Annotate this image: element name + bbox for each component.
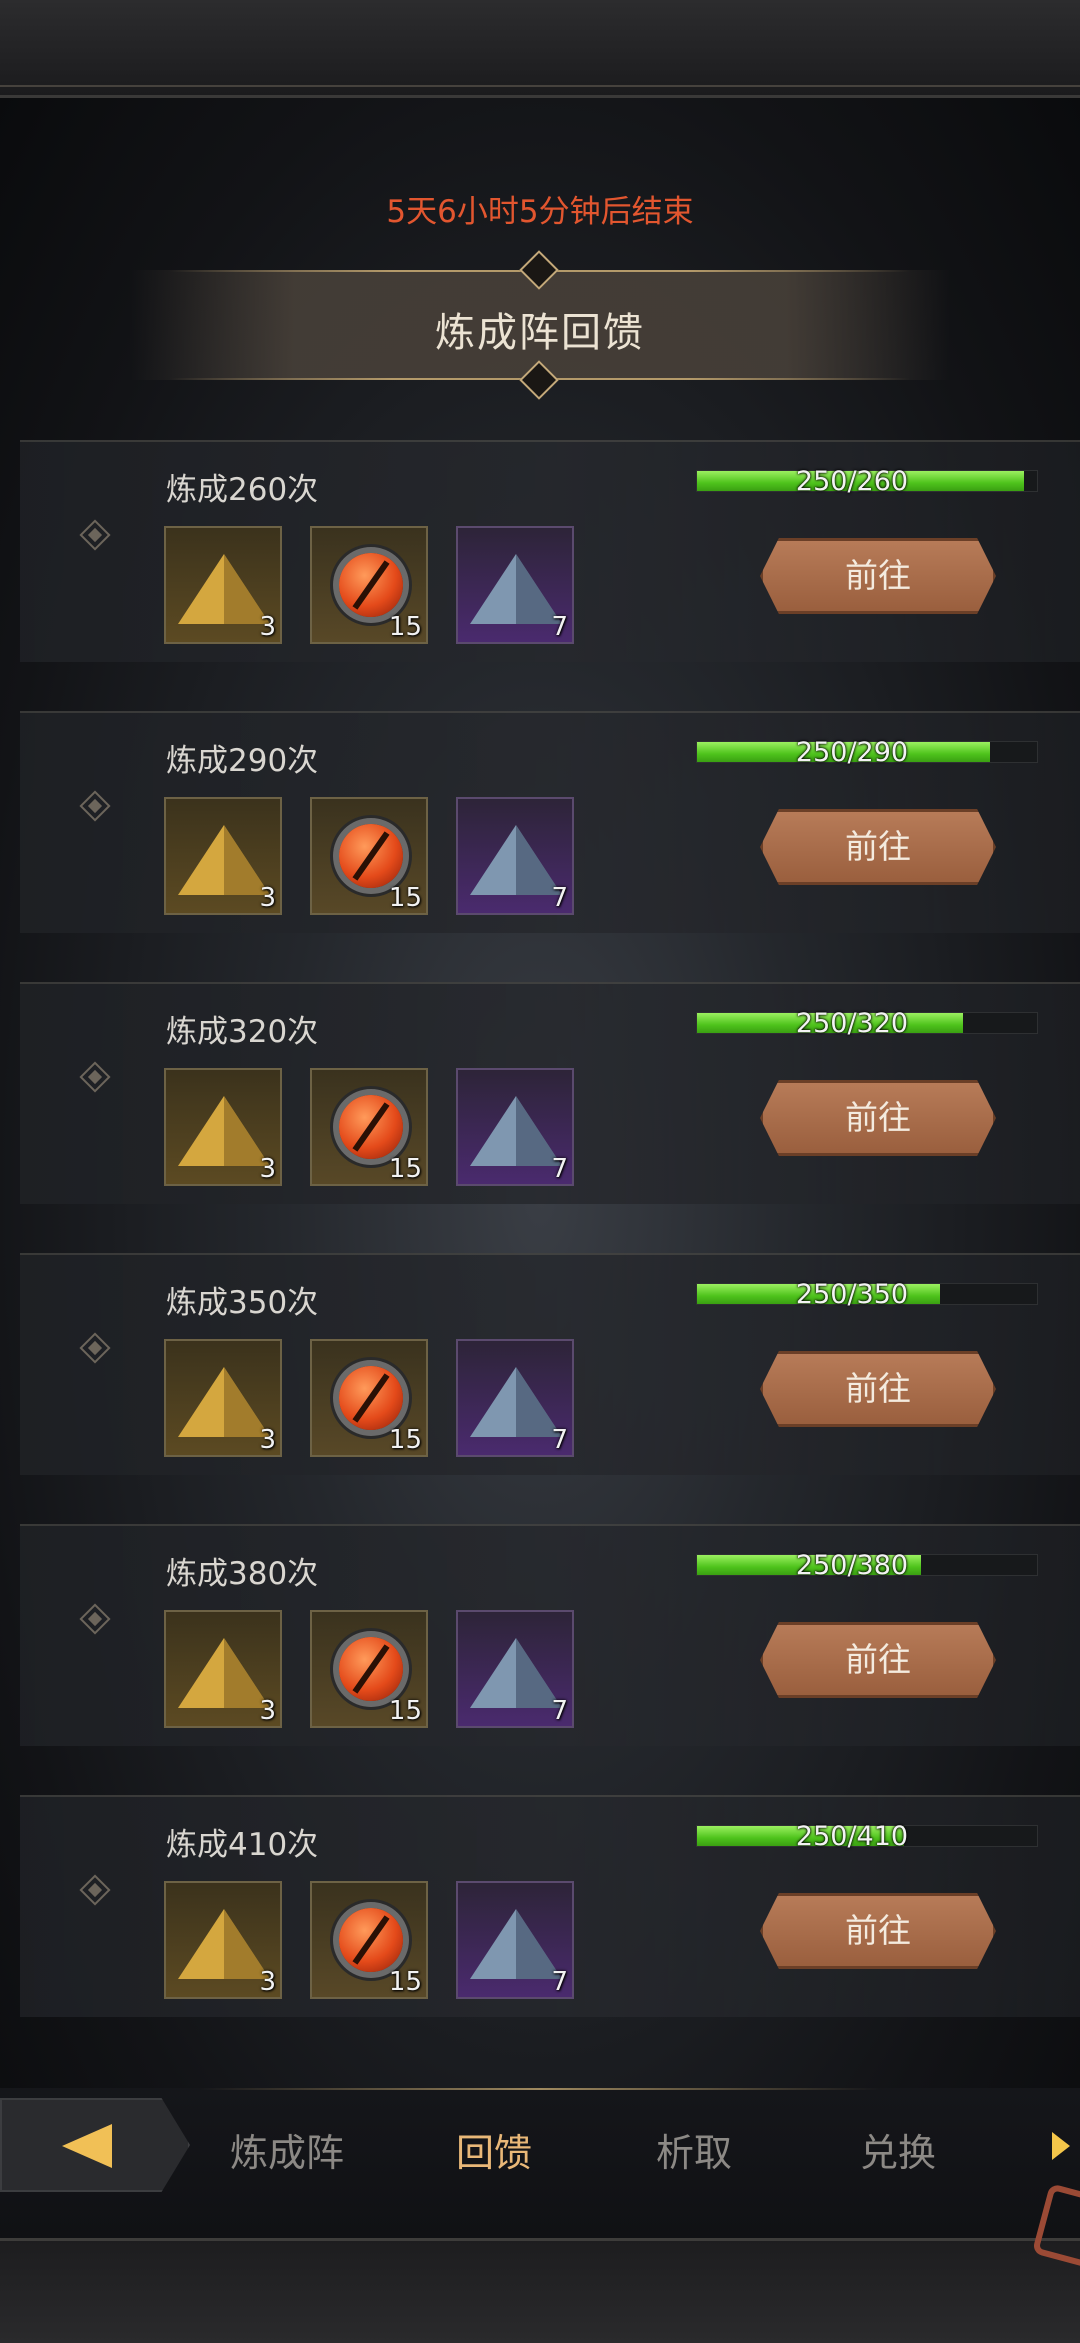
reward-count: 7	[551, 612, 568, 642]
reward-item[interactable]: 7	[456, 1881, 574, 1999]
reward-item[interactable]: 7	[456, 797, 574, 915]
red-orb-icon	[339, 1095, 403, 1159]
reward-row: 炼成410次 3 15 7 250/410 前往	[20, 1795, 1080, 2017]
milestone-label: 炼成380次	[166, 1556, 319, 1592]
progress-text: 250/320	[795, 1008, 909, 1039]
go-button[interactable]: 前往	[760, 809, 996, 885]
row-bullet-icon	[79, 1603, 111, 1635]
reward-item[interactable]: 3	[164, 797, 282, 915]
reward-item[interactable]: 3	[164, 1068, 282, 1186]
tab-extract[interactable]: 析取	[656, 2122, 732, 2177]
reward-item[interactable]: 15	[310, 1881, 428, 1999]
reward-count: 15	[388, 1154, 422, 1184]
progress-bar: 250/410	[696, 1821, 1038, 1852]
reward-row: 炼成350次 3 15 7 250/350 前往	[20, 1253, 1080, 1475]
go-button[interactable]: 前往	[760, 538, 996, 614]
reward-row: 炼成320次 3 15 7 250/320 前往	[20, 982, 1080, 1204]
row-bullet-icon	[79, 790, 111, 822]
reward-count: 7	[551, 1154, 568, 1184]
reward-item[interactable]: 15	[310, 526, 428, 644]
red-orb-icon	[339, 1637, 403, 1701]
reward-item[interactable]: 15	[310, 1610, 428, 1728]
red-orb-icon	[339, 553, 403, 617]
milestone-label: 炼成350次	[166, 1285, 319, 1321]
progress-text: 250/350	[795, 1279, 909, 1310]
reward-count: 15	[388, 1967, 422, 1997]
section-banner: 炼成阵回馈	[130, 250, 950, 400]
reward-item[interactable]: 7	[456, 1610, 574, 1728]
event-timer: 5天6小时5分钟后结束	[386, 194, 694, 230]
reward-count: 7	[551, 1425, 568, 1455]
row-bullet-icon	[79, 1874, 111, 1906]
bottom-nav: 炼成阵 回馈 析取 兑换	[0, 2088, 1080, 2238]
go-button[interactable]: 前往	[760, 1622, 996, 1698]
chevron-right-icon[interactable]	[1052, 2132, 1070, 2160]
reward-item[interactable]: 3	[164, 1881, 282, 1999]
reward-item[interactable]: 15	[310, 1068, 428, 1186]
tab-alchemy[interactable]: 炼成阵	[230, 2122, 344, 2177]
reward-count: 3	[259, 883, 276, 913]
reward-item[interactable]: 3	[164, 1610, 282, 1728]
nav-divider	[200, 2088, 880, 2090]
reward-count: 15	[388, 883, 422, 913]
reward-item[interactable]: 15	[310, 797, 428, 915]
progress-bar: 250/260	[696, 466, 1038, 497]
reward-count: 3	[259, 1967, 276, 1997]
reward-item[interactable]: 7	[456, 1068, 574, 1186]
reward-count: 15	[388, 1425, 422, 1455]
milestone-label: 炼成290次	[166, 743, 319, 779]
row-bullet-icon	[79, 1061, 111, 1093]
reward-count: 7	[551, 1967, 568, 1997]
red-orb-icon	[339, 824, 403, 888]
progress-text: 250/410	[795, 1821, 909, 1852]
top-frame	[0, 0, 1080, 98]
tab-rewards[interactable]: 回馈	[456, 2122, 532, 2177]
go-button[interactable]: 前往	[760, 1351, 996, 1427]
reward-count: 15	[388, 612, 422, 642]
milestone-label: 炼成320次	[166, 1014, 319, 1050]
reward-item[interactable]: 7	[456, 1339, 574, 1457]
milestone-label: 炼成260次	[166, 472, 319, 508]
reward-row: 炼成290次 3 15 7 250/290 前往	[20, 711, 1080, 933]
red-orb-icon	[339, 1366, 403, 1430]
progress-text: 250/380	[795, 1550, 909, 1581]
reward-row: 炼成260次 3 15 7 250/260 前往	[20, 440, 1080, 662]
row-bullet-icon	[79, 1332, 111, 1364]
back-button[interactable]	[0, 2098, 190, 2192]
reward-item[interactable]: 7	[456, 526, 574, 644]
red-orb-icon	[339, 1908, 403, 1972]
row-bullet-icon	[79, 519, 111, 551]
reward-item[interactable]: 3	[164, 526, 282, 644]
milestone-label: 炼成410次	[166, 1827, 319, 1863]
reward-count: 7	[551, 1696, 568, 1726]
reward-count: 3	[259, 1696, 276, 1726]
page-title: 炼成阵回馈	[435, 310, 645, 356]
reward-row: 炼成380次 3 15 7 250/380 前往	[20, 1524, 1080, 1746]
progress-text: 250/290	[795, 737, 909, 768]
reward-count: 3	[259, 1154, 276, 1184]
reward-count: 3	[259, 612, 276, 642]
progress-bar: 250/350	[696, 1279, 1038, 1310]
progress-bar: 250/290	[696, 737, 1038, 768]
go-button[interactable]: 前往	[760, 1893, 996, 1969]
progress-bar: 250/380	[696, 1550, 1038, 1581]
reward-count: 7	[551, 883, 568, 913]
reward-item[interactable]: 15	[310, 1339, 428, 1457]
reward-count: 15	[388, 1696, 422, 1726]
progress-text: 250/260	[795, 466, 909, 497]
go-button[interactable]: 前往	[760, 1080, 996, 1156]
progress-bar: 250/320	[696, 1008, 1038, 1039]
bottom-frame	[0, 2238, 1080, 2343]
reward-count: 3	[259, 1425, 276, 1455]
back-arrow-icon	[62, 2124, 112, 2168]
reward-item[interactable]: 3	[164, 1339, 282, 1457]
tab-exchange[interactable]: 兑换	[860, 2122, 936, 2177]
